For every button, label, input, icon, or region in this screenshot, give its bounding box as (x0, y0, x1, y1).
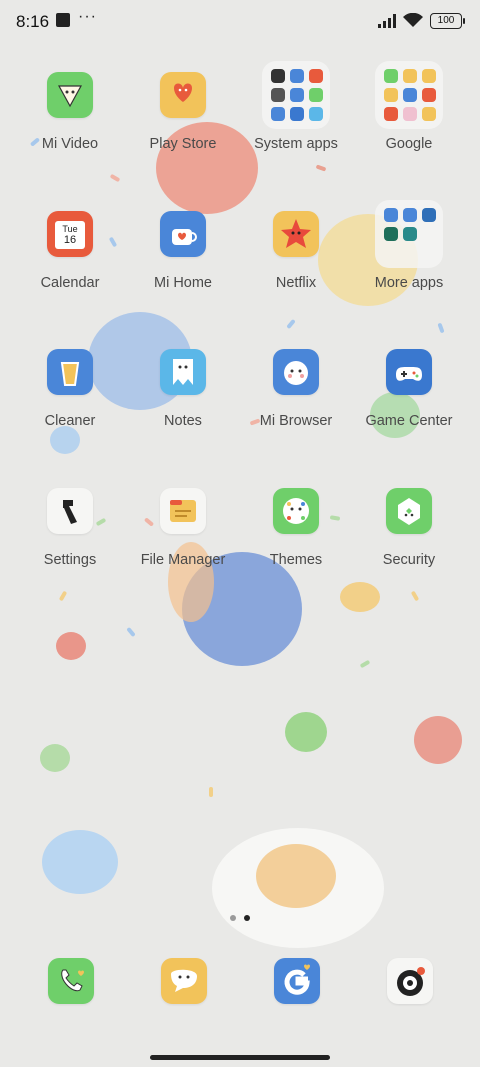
page-dot-2-active[interactable] (244, 915, 250, 921)
status-bar: 8:16 ··· 100 (0, 0, 480, 44)
cleaner-icon (47, 349, 93, 395)
app-mi-browser[interactable]: Mi Browser (241, 349, 351, 429)
app-themes[interactable]: Themes (241, 488, 351, 568)
themes-icon (273, 488, 319, 534)
app-label: Netflix (275, 275, 317, 291)
wallpaper-red-fuzz-right (414, 716, 462, 764)
home-indicator[interactable] (150, 1055, 330, 1060)
settings-icon (47, 488, 93, 534)
app-label: System apps (254, 136, 338, 152)
wallpaper-yellow-heart (340, 582, 380, 612)
mi-browser-icon (273, 349, 319, 395)
folder-system-apps[interactable]: System apps (241, 61, 351, 152)
file-manager-icon (160, 488, 206, 534)
page-indicator[interactable] (226, 908, 254, 926)
wallpaper-egg-yolk (256, 844, 336, 908)
app-label: Mi Home (153, 275, 212, 291)
app-label: Security (382, 552, 436, 568)
app-label: Notes (164, 413, 202, 429)
app-label: Calendar (40, 275, 100, 291)
wallpaper-small-green (40, 744, 70, 772)
notification-icon (56, 13, 70, 27)
app-label: Mi Browser (259, 413, 333, 429)
app-label: Play Store (149, 136, 217, 152)
app-label: Mi Video (41, 136, 99, 152)
phone-icon (61, 969, 84, 992)
app-file-manager[interactable]: File Manager (128, 488, 238, 568)
app-label: More apps (374, 275, 444, 291)
more-notifications-icon: ··· (78, 8, 97, 25)
app-cleaner[interactable]: Cleaner (15, 349, 125, 429)
signal-icon (378, 14, 396, 28)
status-time: 8:16 (16, 12, 50, 31)
game-center-icon (386, 349, 432, 395)
dock-google[interactable] (274, 958, 320, 1004)
app-label: Game Center (365, 413, 453, 429)
folder-google[interactable]: Google (354, 61, 464, 152)
system-apps-folder-icon (262, 61, 330, 129)
folder-more-apps[interactable]: More apps (354, 200, 464, 291)
page-dot-1[interactable] (230, 915, 236, 921)
dock-camera[interactable] (387, 958, 433, 1004)
app-settings[interactable]: Settings (15, 488, 125, 568)
wallpaper-green-apple (285, 712, 327, 752)
app-game-center[interactable]: Game Center (354, 349, 464, 429)
battery-indicator: 100 (430, 13, 465, 29)
google-g-icon (284, 964, 310, 995)
app-security[interactable]: Security (354, 488, 464, 568)
google-folder-icon (375, 61, 443, 129)
app-play-store[interactable]: Play Store (128, 72, 238, 152)
wallpaper-small-red (56, 632, 86, 660)
mi-video-icon (47, 72, 93, 118)
netflix-icon (273, 211, 319, 257)
app-label: File Manager (140, 552, 226, 568)
app-mi-home[interactable]: Mi Home (128, 211, 238, 291)
messaging-icon (171, 969, 197, 992)
app-netflix[interactable]: Netflix (241, 211, 351, 291)
app-mi-video[interactable]: Mi Video (15, 72, 125, 152)
dock-messaging[interactable] (161, 958, 207, 1004)
more-apps-folder-icon (375, 200, 443, 268)
app-notes[interactable]: Notes (128, 349, 238, 429)
security-icon (386, 488, 432, 534)
calendar-icon: Tue 16 (47, 211, 93, 257)
app-label: Settings (43, 552, 97, 568)
mi-home-icon (160, 211, 206, 257)
play-store-icon (160, 72, 206, 118)
app-label: Themes (269, 552, 323, 568)
app-label: Cleaner (44, 413, 96, 429)
wallpaper-light-blue-blob (42, 830, 118, 894)
wallpaper-small-blue (50, 426, 80, 454)
calendar-date: 16 (63, 234, 77, 246)
dock-phone[interactable] (48, 958, 94, 1004)
notes-icon (160, 349, 206, 395)
camera-icon (397, 967, 425, 996)
app-calendar[interactable]: Tue 16 Calendar (15, 211, 125, 291)
app-label: Google (385, 136, 433, 152)
wifi-icon (403, 13, 423, 27)
